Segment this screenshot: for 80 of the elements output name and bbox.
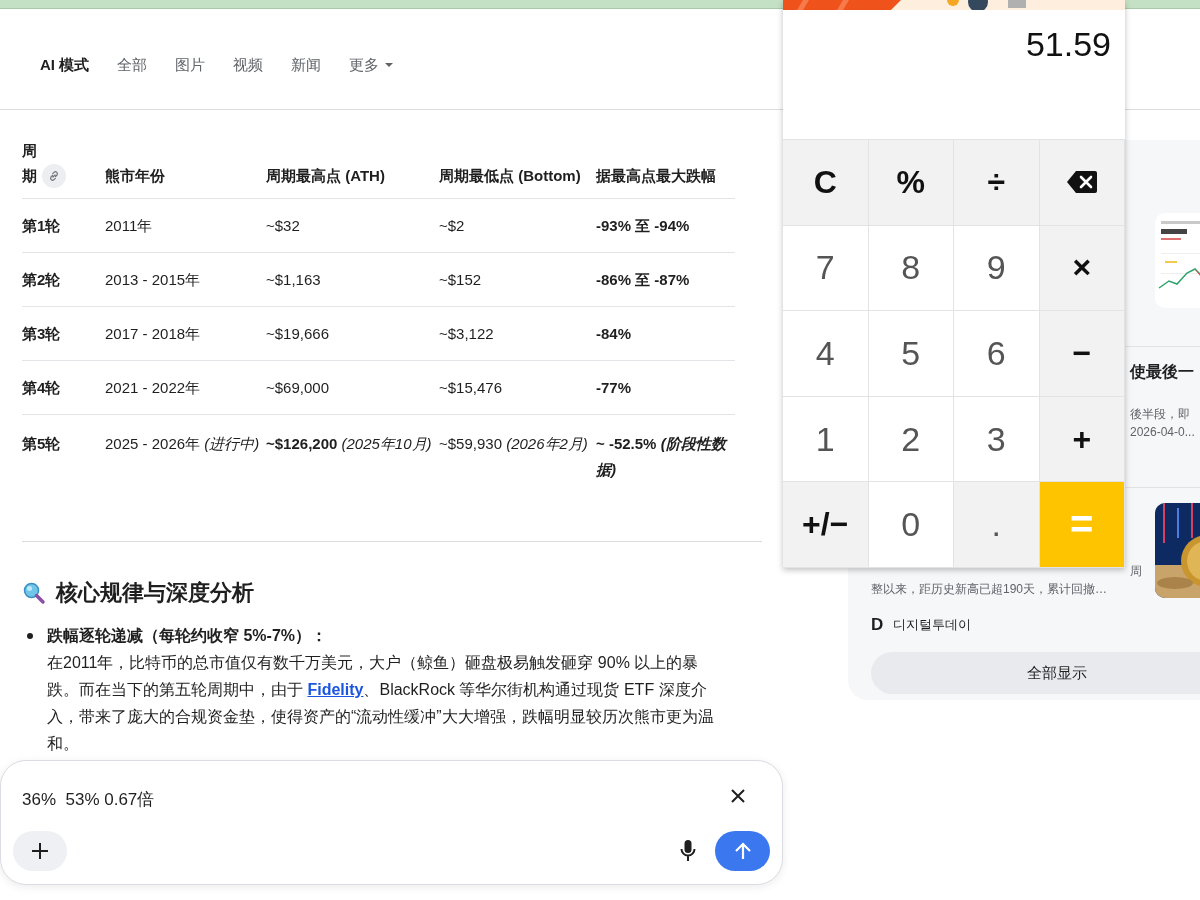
column-header: 熊市年份 <box>105 166 165 186</box>
table-cell: -93% 至 -94% <box>596 217 690 234</box>
table-cell: ~$19,666 <box>266 325 329 342</box>
table-cell: 第5轮 <box>22 435 61 452</box>
link[interactable]: Fidelity <box>307 681 364 698</box>
calculator-key[interactable]: % <box>868 140 954 226</box>
source-name: 디지털투데이 <box>893 616 972 634</box>
table-cell: 第4轮 <box>22 379 61 396</box>
calculator-key[interactable]: 6 <box>954 311 1040 397</box>
bullet-dot <box>27 633 33 639</box>
table-cell: ~$59,930 (2026年2月) <box>439 435 588 452</box>
link-button[interactable] <box>42 164 66 188</box>
table-cell: ~$2 <box>439 217 465 234</box>
table-cell: 2017 - 2018年 <box>105 325 201 342</box>
calculator-key[interactable]: + <box>1039 396 1125 483</box>
bullet-title: 跌幅逐轮递减（每轮约收窄 5%-7%）： <box>47 626 329 646</box>
message-input[interactable]: 36% 53% 0.67倍 <box>22 787 722 811</box>
calculator-key[interactable]: − <box>1039 311 1125 397</box>
caret-icon <box>385 63 394 67</box>
calculator-key[interactable]: 9 <box>954 225 1040 312</box>
table-cell: ~$3,122 <box>439 325 494 342</box>
backspace-button[interactable] <box>1039 140 1125 226</box>
calculator-key[interactable]: 1 <box>783 396 869 483</box>
table-cell: -86% 至 -87% <box>596 271 690 288</box>
more-menu-button[interactable]: 更多 <box>349 51 394 79</box>
column-header: 周期 <box>22 141 38 186</box>
calculator-key[interactable]: C <box>783 140 869 226</box>
calculator-key[interactable]: +/− <box>783 482 869 568</box>
table-cell: -77% <box>596 379 632 396</box>
news-snippet: 2026-04-0... <box>1130 424 1195 441</box>
calculator-key[interactable]: 4 <box>783 311 869 397</box>
table-cell: 第3轮 <box>22 325 61 342</box>
table-cell: 2013 - 2015年 <box>105 271 201 288</box>
table-cell: ~$1,163 <box>266 271 321 288</box>
link-icon <box>48 170 60 182</box>
news-snippet: 周 <box>1130 563 1142 580</box>
news-snippet: 後半段，即 <box>1130 406 1190 423</box>
table-cell: ~$69,000 <box>266 379 329 396</box>
table-cell: 2025 - 2026年 (进行中) <box>105 435 260 452</box>
calculator-key[interactable]: 7 <box>783 225 869 312</box>
column-header: 周期最低点 (Bottom) <box>439 166 581 186</box>
calculator-display: 51.59 <box>1025 24 1111 64</box>
section-heading: 核心规律与深度分析 <box>56 579 254 607</box>
table-cell: -84% <box>596 325 632 342</box>
column-header: 据最高点最大跌幅 <box>596 166 716 186</box>
news-headline[interactable]: 使最後一 <box>1130 361 1194 383</box>
table-cell: 2021 - 2022年 <box>105 379 201 396</box>
calculator-key[interactable]: ÷ <box>954 140 1040 226</box>
tab[interactable]: 图片 <box>175 51 206 79</box>
microphone-icon <box>680 839 696 863</box>
table-cell: 第2轮 <box>22 271 61 288</box>
table-cell: ~$15,476 <box>439 379 502 396</box>
table-cell: ~ -52.5% (阶段性数据) <box>596 435 726 478</box>
plus-icon <box>31 842 49 860</box>
add-button[interactable] <box>13 831 67 871</box>
tab[interactable]: 视频 <box>233 51 264 79</box>
paragraph: 在2011年，比特币的总市值仅有数千万美元，大户（鲸鱼）砸盘极易触发砸穿 90% 以上的暴跌。而在当下的第五轮周期中，由于 Fidelity、BlackRock 等华尔街机构通过现货 ETF 深度介入，带来了庞大的合规资金垫，使得资产的“流动性缓冲”大大增强，跌幅明显较历次熊市更为温和。 <box>47 653 715 754</box>
table-cell: ~$126,200 (2025年10月) <box>266 435 432 452</box>
column-header: 周期最高点 (ATH) <box>266 166 385 186</box>
calculator-key[interactable]: × <box>1039 225 1125 312</box>
table-cell: ~$32 <box>266 217 300 234</box>
calculator-key[interactable]: 8 <box>868 225 954 312</box>
source-logo: D <box>871 615 884 635</box>
tab[interactable]: AI 模式 <box>40 51 90 79</box>
magnifier-icon <box>22 581 46 605</box>
table-cell: ~$152 <box>439 271 482 288</box>
tab[interactable]: 新闻 <box>291 51 322 79</box>
send-button[interactable] <box>715 831 770 871</box>
calculator-key[interactable]: 5 <box>868 311 954 397</box>
news-snippet: 整以来，距历史新高已超190天，累计回撤… <box>871 581 1108 598</box>
backspace-icon <box>1066 171 1097 194</box>
tab[interactable]: 全部 <box>117 51 148 79</box>
calculator-key[interactable]: 2 <box>868 396 954 483</box>
table-cell: 2011年 <box>105 217 153 234</box>
calculator-key[interactable]: 3 <box>954 396 1040 483</box>
close-icon <box>730 788 746 804</box>
table-cell: 第1轮 <box>22 217 61 234</box>
calculator-key[interactable]: . <box>954 482 1040 568</box>
show-all-button[interactable]: 全部显示 <box>871 652 1200 694</box>
calculator-key[interactable]: 0 <box>868 482 954 568</box>
